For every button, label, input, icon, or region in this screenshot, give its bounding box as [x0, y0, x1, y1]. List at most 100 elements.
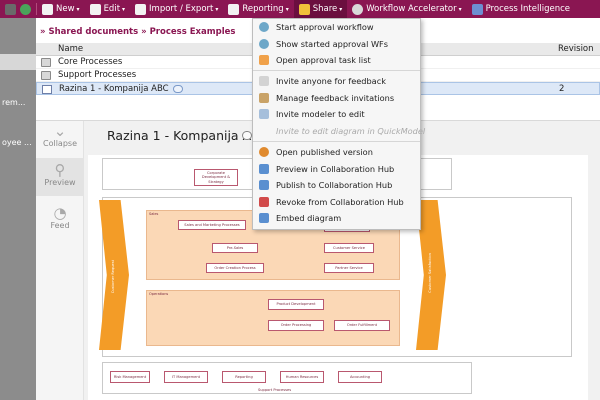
diagram-shape-product-development: Product Development	[268, 299, 324, 310]
preview-hub-icon	[259, 163, 269, 174]
left-panel-row-1[interactable]: rem...	[0, 98, 36, 114]
publish-hub-icon	[259, 180, 269, 191]
toolbar-share-button[interactable]: Share ▾	[293, 0, 348, 18]
left-panel-row-2[interactable]: oyee ...	[0, 138, 36, 154]
edit-icon	[89, 3, 101, 15]
approval-workflow-icon	[259, 22, 269, 33]
chevron-down-icon: ▾	[285, 5, 289, 13]
tab-feed[interactable]: ◔ Feed	[36, 205, 84, 237]
toolbar-edit-label: Edit	[103, 4, 121, 14]
tab-preview-label: Preview	[44, 178, 76, 187]
menu-item-label: Open published version	[276, 147, 373, 158]
menu-item-manage-feedback-invitations[interactable]: Manage feedback invitations	[253, 90, 420, 107]
toolbar-process-intelligence-button[interactable]: Process Intelligence	[467, 0, 575, 18]
diagram-shape-customer-service: Customer Service	[324, 243, 374, 253]
share-dropdown-menu: Start approval workflow Show started app…	[252, 18, 425, 230]
workflow-icon	[352, 3, 364, 15]
collapse-button[interactable]: ⌄ Collapse	[36, 123, 84, 151]
left-navigation-panel: rem... oyee ...	[0, 18, 36, 400]
menu-separator	[253, 141, 420, 142]
toolbar-share-label: Share	[312, 4, 338, 14]
toolbar-new-label: New	[56, 4, 75, 14]
menu-item-label: Start approval workflow	[276, 22, 374, 33]
toolbar-import-export-label: Import / Export	[149, 4, 214, 14]
chevron-down-icon: ⌄	[53, 122, 67, 140]
share-icon	[298, 3, 310, 15]
menu-item-publish-collaboration-hub[interactable]: Publish to Collaboration Hub	[253, 177, 420, 194]
preview-side-tabs: ⌄ Collapse ⚲ Preview ◔ Feed	[36, 121, 84, 400]
toolbar-workflow-accelerator-label: Workflow Accelerator	[366, 4, 457, 14]
menu-item-label: Invite to edit diagram in QuickModel	[276, 125, 426, 136]
feedback-icon	[259, 76, 269, 87]
process-intelligence-icon	[471, 3, 483, 15]
invite-modeler-icon	[259, 109, 269, 120]
row-name-label: Core Processes	[58, 57, 123, 67]
menu-item-open-approval-task-list[interactable]: Open approval task list	[253, 52, 420, 69]
menu-item-revoke-collaboration-hub[interactable]: Revoke from Collaboration Hub	[253, 194, 420, 211]
nav-back-icon[interactable]	[5, 3, 16, 15]
left-arrow-label: Customer Request	[111, 260, 115, 294]
home-icon[interactable]	[20, 3, 31, 15]
row-name-label: Razina 1 - Kompanija ABC	[59, 83, 169, 94]
menu-item-start-approval-workflow[interactable]: Start approval workflow	[253, 19, 420, 36]
diagram-shape-strategy: Corporate Development & Strategy	[194, 169, 238, 186]
toolbar-import-export-button[interactable]: Import / Export ▾	[130, 0, 223, 18]
comment-icon[interactable]	[172, 84, 183, 93]
new-icon	[42, 3, 53, 15]
menu-item-embed-diagram[interactable]: Embed diagram	[253, 210, 420, 227]
menu-separator	[253, 70, 420, 71]
diagram-shape-sales-marketing: Sales and Marketing Processes	[178, 220, 246, 230]
column-header-revision[interactable]: Revision	[556, 44, 600, 54]
quickmodel-icon	[259, 125, 269, 136]
collapse-label: Collapse	[43, 139, 77, 148]
menu-item-label: Preview in Collaboration Hub	[276, 163, 395, 174]
menu-item-label: Open approval task list	[276, 55, 371, 66]
toolbar-reporting-label: Reporting	[242, 4, 284, 14]
menu-item-invite-anyone-feedback[interactable]: Invite anyone for feedback	[253, 73, 420, 90]
menu-item-label: Manage feedback invitations	[276, 92, 395, 103]
lane-operations-label: Operations	[149, 292, 169, 296]
tab-preview[interactable]: ⚲ Preview	[36, 158, 84, 196]
diagram-shape-reporting: Reporting	[222, 371, 266, 383]
toolbar-new-button[interactable]: New ▾	[37, 0, 85, 18]
chevron-down-icon: ▾	[215, 5, 219, 13]
right-arrow-label: Customer Satisfaction	[428, 253, 432, 293]
lane-sales-label: Sales	[149, 212, 159, 216]
table-cell-revision: 2	[559, 83, 565, 94]
feed-icon: ◔	[53, 204, 67, 222]
toolbar-edit-button[interactable]: Edit ▾	[85, 0, 130, 18]
menu-item-show-started-approval-wfs[interactable]: Show started approval WFs	[253, 36, 420, 53]
diagram-shape-pre-sales: Pre-Sales	[212, 243, 258, 253]
embed-icon	[259, 213, 269, 224]
diagram-shape-accounting: Accounting	[338, 371, 382, 383]
menu-item-invite-quickmodel: Invite to edit diagram in QuickModel	[253, 123, 425, 140]
import-export-icon	[135, 3, 147, 15]
menu-item-invite-modeler-edit[interactable]: Invite modeler to edit	[253, 106, 420, 123]
toolbar-workflow-accelerator-button[interactable]: Workflow Accelerator ▾	[347, 0, 466, 18]
left-panel-selected-row[interactable]	[0, 54, 36, 70]
diagram-shape-risk-management: Risk Management	[110, 371, 150, 383]
menu-item-label: Invite anyone for feedback	[276, 76, 386, 87]
chevron-down-icon: ▾	[122, 5, 126, 13]
menu-item-label: Revoke from Collaboration Hub	[276, 196, 404, 207]
menu-item-preview-collaboration-hub[interactable]: Preview in Collaboration Hub	[253, 161, 420, 178]
chevron-down-icon: ▾	[76, 5, 80, 13]
diagram-shape-partner-service: Partner Service	[324, 263, 374, 273]
diagram-shape-human-resources: Human Resources	[280, 371, 324, 383]
breadcrumb[interactable]: » Shared documents » Process Examples	[40, 27, 235, 37]
menu-item-label: Publish to Collaboration Hub	[276, 180, 393, 191]
revoke-hub-icon	[259, 196, 269, 207]
menu-item-label: Embed diagram	[276, 213, 342, 224]
chevron-down-icon: ▾	[339, 5, 343, 13]
toolbar-reporting-button[interactable]: Reporting ▾	[223, 0, 293, 18]
comment-icon[interactable]	[242, 131, 252, 140]
magnifier-icon: ⚲	[54, 161, 66, 179]
menu-item-label: Show started approval WFs	[276, 38, 389, 49]
chevron-down-icon: ▾	[458, 5, 462, 13]
published-version-icon	[259, 147, 269, 158]
support-processes-label: Support Processes	[258, 388, 292, 392]
manage-feedback-icon	[259, 92, 269, 103]
menu-item-open-published-version[interactable]: Open published version	[253, 144, 420, 161]
toolbar-process-intelligence-label: Process Intelligence	[485, 4, 570, 14]
approval-list-icon	[259, 38, 269, 49]
